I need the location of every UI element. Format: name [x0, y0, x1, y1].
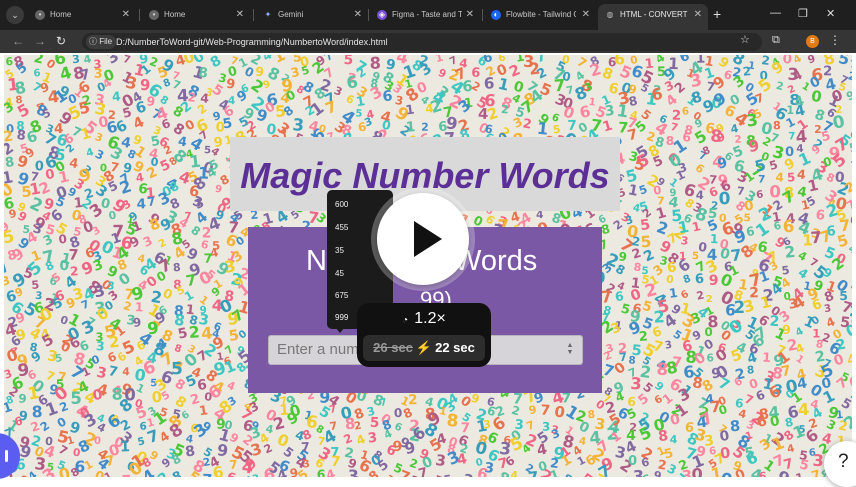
speed-readout: ◔ 1.2×: [357, 310, 491, 328]
help-icon: ?: [838, 451, 849, 473]
tab-figma[interactable]: ◈ Figma - Taste and Te ✕: [370, 4, 480, 26]
card-heading-start: N: [306, 245, 327, 278]
person-icon: •: [35, 10, 45, 20]
gemini-icon: ✦: [263, 10, 273, 20]
number-stepper[interactable]: ▲▼: [566, 342, 574, 356]
history-item[interactable]: 45: [335, 269, 344, 278]
tab-label: Home: [164, 4, 185, 26]
new-time: 22 sec: [435, 340, 475, 355]
lightning-icon: ⚡: [416, 340, 432, 355]
file-chip-label: File: [99, 37, 112, 46]
address-bar[interactable]: ⓘ File D:/NumberToWord-git/Web-Programmi…: [82, 33, 762, 51]
file-chip[interactable]: ⓘ File: [86, 35, 116, 49]
history-item[interactable]: 455: [335, 223, 348, 232]
browser-tabstrip: ⌄ • Home ✕ • Home ✕ ✦ Gemini ✕ ◈ Figma -…: [0, 0, 856, 30]
close-icon[interactable]: ✕: [466, 4, 474, 26]
new-tab-button[interactable]: +: [713, 6, 721, 22]
tab-label: HTML - CONVERT NU: [620, 4, 690, 26]
close-icon[interactable]: ✕: [236, 4, 244, 26]
bar-icon: [5, 450, 8, 462]
close-icon[interactable]: ✕: [582, 4, 590, 26]
tab-gemini[interactable]: ✦ Gemini ✕: [256, 4, 368, 26]
close-icon[interactable]: ✕: [694, 4, 702, 26]
tab-label: Figma - Taste and Te: [392, 4, 462, 26]
history-item[interactable]: 675: [335, 291, 348, 300]
close-icon[interactable]: ✕: [122, 4, 130, 26]
tab-home-1[interactable]: • Home ✕: [28, 4, 136, 26]
bookmark-star-icon[interactable]: ☆: [740, 33, 750, 46]
info-icon: ⓘ: [89, 37, 97, 46]
tab-divider: [139, 9, 140, 21]
profile-avatar[interactable]: B: [806, 35, 819, 48]
tab-divider: [253, 9, 254, 21]
history-item[interactable]: 999: [335, 313, 348, 322]
tab-label: Gemini: [278, 4, 303, 26]
figma-icon: ◈: [377, 10, 387, 20]
address-bar-row: ← → ↻ ⓘ File D:/NumberToWord-git/Web-Pro…: [0, 30, 856, 53]
person-icon: •: [149, 10, 159, 20]
history-item[interactable]: 600: [335, 200, 348, 209]
close-icon[interactable]: ✕: [354, 4, 362, 26]
tab-label: Home: [50, 4, 71, 26]
original-time: 26 sec: [373, 340, 413, 355]
speed-card: ◔ 1.2× 26 sec⚡22 sec: [357, 303, 491, 367]
play-button[interactable]: [377, 193, 469, 285]
tab-flowbite[interactable]: ◐ Flowbite - Tailwind C ✕: [484, 4, 596, 26]
globe-icon: ◍: [605, 10, 615, 20]
minimize-icon[interactable]: —: [770, 7, 781, 19]
forward-icon[interactable]: →: [34, 34, 46, 48]
reload-icon[interactable]: ↻: [56, 34, 66, 48]
restore-icon[interactable]: ❐: [798, 7, 808, 20]
tab-search-button[interactable]: ⌄: [6, 6, 24, 24]
tab-home-2[interactable]: • Home ✕: [142, 4, 250, 26]
page-viewport: 6820634337929400871241509757894821746661…: [4, 55, 852, 477]
menu-kebab-icon[interactable]: ⋮: [829, 33, 841, 47]
extensions-icon[interactable]: ⧉: [772, 34, 780, 47]
help-button[interactable]: ?: [824, 441, 856, 487]
play-icon: [414, 221, 442, 257]
tab-divider: [368, 9, 369, 21]
play-button-ring: [371, 187, 475, 291]
close-window-icon[interactable]: ✕: [826, 7, 835, 20]
history-pointer: [335, 327, 345, 333]
flowbite-icon: ◐: [491, 10, 501, 20]
tab-label: Flowbite - Tailwind C: [506, 4, 576, 26]
tab-divider: [482, 9, 483, 21]
speedometer-icon: ◔: [402, 315, 408, 326]
number-input-placeholder: Enter a num: [277, 341, 359, 358]
back-icon[interactable]: ←: [12, 34, 24, 48]
time-saved-row: 26 sec⚡22 sec: [363, 335, 485, 361]
history-item[interactable]: 35: [335, 246, 344, 255]
url-text[interactable]: D:/NumberToWord-git/Web-Programming/Numb…: [116, 33, 388, 51]
tab-html-convert[interactable]: ◍ HTML - CONVERT NU ✕: [598, 4, 708, 30]
speed-value: 1.2×: [414, 310, 446, 327]
